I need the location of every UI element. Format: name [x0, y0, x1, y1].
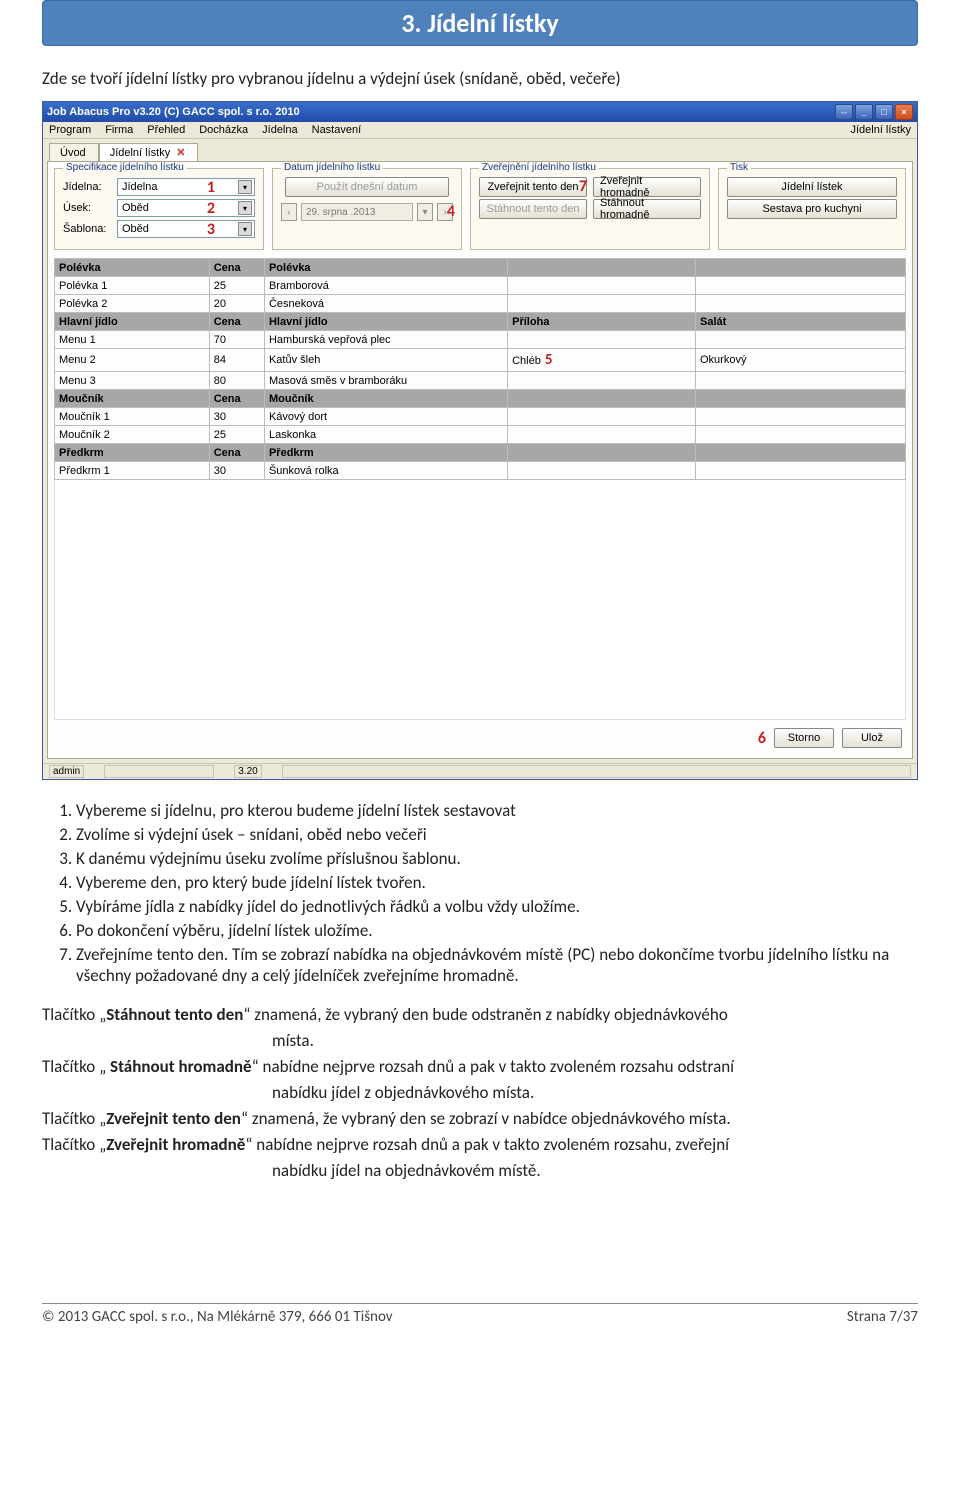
annotation-1: 1: [207, 178, 215, 197]
print-menu-button[interactable]: Jídelní lístek: [727, 177, 897, 197]
annotation-7: 7: [579, 177, 587, 196]
page-title-banner: 3. Jídelní lístky: [42, 0, 918, 46]
menu-program[interactable]: Program: [49, 124, 91, 136]
table-row[interactable]: Polévka 125Bramborová: [55, 277, 906, 295]
step-7: Zveřejníme tento den. Tím se zobrazí nab…: [76, 944, 918, 986]
step-3: K danému výdejnímu úseku zvolíme přísluš…: [76, 848, 918, 869]
annotation-2: 2: [207, 199, 215, 218]
menu-jidelna[interactable]: Jídelna: [262, 124, 297, 136]
group-date-title: Datum jídelního lístku: [281, 162, 383, 173]
hdr-polevka2: Polévka: [264, 259, 507, 277]
status-version: 3.20: [234, 765, 261, 778]
menu-jidelni-listky[interactable]: Jídelní lístky: [850, 124, 911, 136]
jidelna-label: Jídelna:: [63, 181, 111, 193]
group-print-title: Tisk: [727, 162, 751, 173]
restore-icon[interactable]: ⇔: [835, 104, 853, 120]
uloz-button[interactable]: Ulož: [842, 728, 902, 748]
group-print: Tisk Jídelní lístek Sestava pro kuchyni: [718, 168, 906, 250]
table-row[interactable]: Menu 284Katův šleh Chléb5 Okurkový: [55, 349, 906, 372]
step-4: Vybereme den, pro který bude jídelní lís…: [76, 872, 918, 893]
tab-jl-label: Jídelní lístky: [110, 147, 171, 159]
annotation-4: 4: [447, 202, 455, 221]
jidelna-value: Jídelna: [122, 181, 157, 193]
def-zverejnit-den: Zveřejnit tento den: [106, 1108, 241, 1129]
worksurface: Specifikace jídelního lístku Jídelna: Jí…: [47, 161, 913, 759]
date-value[interactable]: 29. srpna .2013: [301, 203, 413, 221]
menu-firma[interactable]: Firma: [105, 124, 133, 136]
menu-prehled[interactable]: Přehled: [147, 124, 185, 136]
chevron-down-icon[interactable]: ▾: [238, 180, 252, 194]
priloha-val: Chléb: [512, 355, 541, 367]
group-spec-title: Specifikace jídelního lístku: [63, 162, 187, 173]
window-title: Job Abacus Pro v3.20 (C) GACC spol. s r.…: [47, 106, 300, 118]
sablona-label: Šablona:: [63, 223, 111, 235]
step-2: Zvolíme si výdejní úsek – snídani, oběd …: [76, 824, 918, 845]
table-row[interactable]: Moučník 130Kávový dort: [55, 408, 906, 426]
menubar: Program Firma Přehled Docházka Jídelna N…: [43, 122, 917, 139]
menu-dochazka[interactable]: Docházka: [199, 124, 248, 136]
titlebar: Job Abacus Pro v3.20 (C) GACC spol. s r.…: [43, 102, 917, 122]
hdr-cena: Cena: [209, 259, 264, 277]
def-stahnout-hromadne: Stáhnout hromadně: [110, 1056, 252, 1077]
intro-text: Zde se tvoří jídelní lístky pro vybranou…: [42, 68, 918, 89]
table-row[interactable]: Menu 170Hamburská vepřová plec: [55, 331, 906, 349]
usek-label: Úsek:: [63, 202, 111, 214]
group-spec: Specifikace jídelního lístku Jídelna: Jí…: [54, 168, 264, 250]
step-6: Po dokončení výběru, jídelní lístek ulož…: [76, 920, 918, 941]
annotation-3: 3: [207, 220, 215, 239]
group-publish: Zveřejnění jídelního lístku Zveřejnit te…: [470, 168, 710, 250]
group-publish-title: Zveřejnění jídelního lístku: [479, 162, 599, 173]
sablona-combo[interactable]: Oběd ▾: [117, 220, 255, 238]
usek-combo[interactable]: Oběd ▾: [117, 199, 255, 217]
sablona-value: Oběd: [122, 223, 149, 235]
close-icon[interactable]: ×: [895, 104, 913, 120]
menu-table: Polévka Cena Polévka Polévka 125Bramboro…: [54, 258, 906, 480]
annotation-5: 5: [545, 351, 553, 369]
footer-right: Strana 7/37: [847, 1308, 918, 1326]
statusbar: admin 3.20: [43, 763, 917, 779]
button-definitions: Tlačítko „Stáhnout tento den“ znamená, ž…: [42, 1004, 918, 1183]
annotation-6: 6: [758, 729, 766, 748]
publish-day-button[interactable]: Zveřejnit tento den: [479, 177, 587, 197]
tab-uvod[interactable]: Úvod: [49, 143, 99, 161]
print-kitchen-button[interactable]: Sestava pro kuchyni: [727, 199, 897, 219]
def-zverejnit-hromadne: Zveřejnit hromadně: [106, 1134, 245, 1155]
group-date: Datum jídelního lístku Použít dnešní dat…: [272, 168, 462, 250]
chevron-down-icon[interactable]: ▾: [238, 201, 252, 215]
hdr-polevka: Polévka: [55, 259, 210, 277]
table-empty-area: [54, 480, 906, 720]
use-today-button[interactable]: Použít dnešní datum: [285, 177, 449, 197]
menu-nastaveni[interactable]: Nastavení: [312, 124, 362, 136]
publish-day-label: Zveřejnit tento den: [487, 181, 578, 193]
jidelna-combo[interactable]: Jídelna ▾: [117, 178, 255, 196]
def-stahnout-den: Stáhnout tento den: [106, 1004, 243, 1025]
tab-uvod-label: Úvod: [60, 147, 86, 159]
step-1: Vybereme si jídelnu, pro kterou budeme j…: [76, 800, 918, 821]
tab-jidelni-listky[interactable]: Jídelní lístky ✕: [99, 143, 199, 161]
date-prev-button[interactable]: ‹: [281, 203, 297, 221]
page-footer: © 2013 GACC spol. s r.o., Na Mlékárně 37…: [42, 1303, 918, 1326]
chevron-down-icon[interactable]: ▾: [238, 222, 252, 236]
storno-button[interactable]: Storno: [774, 728, 834, 748]
steps-list: Vybereme si jídelnu, pro kterou budeme j…: [76, 800, 918, 986]
tab-close-icon[interactable]: ✕: [176, 146, 185, 159]
table-row[interactable]: Moučník 225Laskonka: [55, 426, 906, 444]
minimize-icon[interactable]: _: [855, 104, 873, 120]
app-window: Job Abacus Pro v3.20 (C) GACC spol. s r.…: [42, 101, 918, 780]
publish-bulk-button[interactable]: Zveřejnit hromadně: [593, 177, 701, 197]
table-row[interactable]: Polévka 220Česneková: [55, 295, 906, 313]
status-user: admin: [49, 765, 84, 778]
withdraw-day-button[interactable]: Stáhnout tento den: [479, 199, 587, 219]
withdraw-bulk-button[interactable]: Stáhnout hromadně: [593, 199, 701, 219]
table-row[interactable]: Menu 380Masová směs v bramboráku: [55, 372, 906, 390]
date-dd-icon[interactable]: ▾: [417, 203, 433, 221]
maximize-icon[interactable]: □: [875, 104, 893, 120]
table-row[interactable]: Předkrm 130Šunková rolka: [55, 462, 906, 480]
step-5: Vybíráme jídla z nabídky jídel do jednot…: [76, 896, 918, 917]
usek-value: Oběd: [122, 202, 149, 214]
tabbar: Úvod Jídelní lístky ✕: [49, 143, 917, 161]
footer-left: © 2013 GACC spol. s r.o., Na Mlékárně 37…: [42, 1308, 393, 1326]
